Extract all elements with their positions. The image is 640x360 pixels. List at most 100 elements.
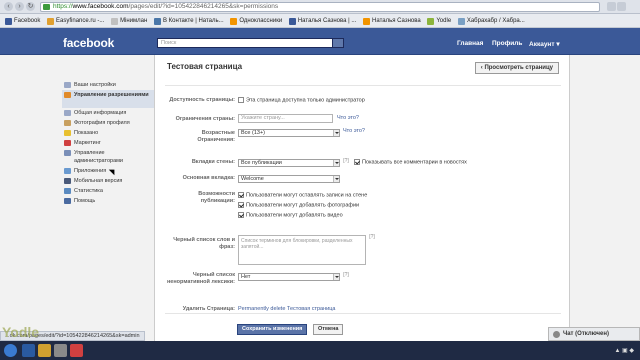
facebook-header: facebook Поиск Главная Профиль Аккаунт ▾ [0,28,640,55]
bookmark-icon [427,17,435,25]
bookmark-icon [5,17,12,25]
profanity-select[interactable]: Нет [238,273,340,281]
country-help-link[interactable]: Что это? [337,115,359,122]
bookmark-item[interactable]: Easyfinance.ru -... [47,14,104,27]
start-icon[interactable] [4,344,17,357]
sidebar-item-insights[interactable]: Статистика [62,186,154,196]
stats-icon [64,188,71,194]
reload-icon[interactable]: ↻ [26,2,35,11]
posting-checkbox[interactable] [238,212,244,218]
bookmark-icon [363,17,371,25]
url-path: /pages/edit/?id=105422846214265&sk=permi… [128,3,279,10]
default-tab-select[interactable]: Welcome [238,175,340,183]
save-button[interactable]: Сохранить изменения [237,324,308,335]
posting-checkbox[interactable] [238,192,244,198]
bookmark-icon [288,17,296,25]
address-bar[interactable]: https://www.facebook.com/pages/edit/?id=… [40,2,600,12]
profanity-label: Черный список ненормативной лексики: [166,272,235,285]
cancel-button[interactable]: Отмена [313,324,344,335]
forward-icon[interactable]: › [15,2,24,11]
page-menu-icon[interactable] [607,2,616,11]
lock-icon [43,4,50,10]
watermark: Yodle [2,324,40,340]
sidebar-item-permissions[interactable]: Управление разрешениями [62,90,154,108]
folder-icon[interactable] [38,344,51,357]
posting-option-video[interactable]: Пользователи могут добавлять видео [238,212,343,219]
delete-page-link[interactable]: Permanently delete Тестовая страница [238,306,335,313]
access-checkbox[interactable] [238,97,244,103]
bookmark-item[interactable]: Хабрахабр / Хабра... [457,14,525,27]
wall-tab-label: Вкладки стены: [191,159,235,165]
taskbar: ▲ ▣ ◆ [0,341,640,360]
photo-icon [64,120,71,126]
mobile-icon [64,178,71,184]
nav-account[interactable]: Аккаунт ▾ [529,40,560,48]
access-option[interactable]: Эта страница доступна только администрат… [238,97,365,104]
search-placeholder: Поиск [161,40,177,46]
permissions-icon [64,92,71,98]
browser-icon[interactable] [70,344,83,357]
show-comments-option[interactable]: Показывать все комментарии в новостях [354,159,467,166]
featured-icon [64,130,71,136]
chevron-down-icon [333,274,339,280]
sidebar-item-marketing[interactable]: Маркетинг [62,138,154,148]
nav-home[interactable]: Главная [457,40,483,47]
wrench-icon[interactable] [617,2,626,11]
age-label: Возрастные Ограничения: [197,130,235,143]
sidebar-item-profile-picture[interactable]: Фотография профиля [62,118,154,128]
bookmark-item[interactable]: Мінимлан [111,14,147,27]
sidebar-item-apps[interactable]: Приложения [62,166,154,176]
help-icon [64,198,71,204]
age-select[interactable]: Все (13+) [238,129,340,137]
browser-menu [606,2,636,12]
help-icon[interactable]: [?] [343,158,349,164]
bookmark-item[interactable]: Yodle [427,14,451,27]
page-title: Тестовая страница [167,62,243,71]
sidebar-item-manage-admins[interactable]: Управление администраторами [62,148,154,166]
sidebar-item-featured[interactable]: Показано [62,128,154,138]
bookmark-icon [457,17,465,25]
wall-tab-select[interactable]: Все публикации [238,159,340,167]
url-host: www.facebook.com [72,3,129,10]
show-comments-checkbox[interactable] [354,159,360,165]
posting-option-wall[interactable]: Пользователи могут оставлять записи на с… [238,192,367,199]
age-help-link[interactable]: Что это? [343,128,365,135]
bookmark-item[interactable]: В Контакте | Наталь... [154,14,224,27]
help-icon[interactable]: [?] [343,272,349,278]
bookmark-item[interactable]: Наталья Сазнова | ... [288,14,356,27]
gear-icon[interactable] [553,331,560,338]
system-tray[interactable]: ▲ ▣ ◆ [614,347,634,354]
bookmark-icon [230,17,238,25]
help-icon[interactable]: [?] [369,234,375,240]
facebook-logo[interactable]: facebook [63,36,114,50]
chevron-down-icon [333,130,339,136]
bookmark-icon [47,17,55,25]
bookmark-item[interactable]: Одноклассники [230,14,282,27]
country-label: Ограничения страны: [175,116,235,122]
posting-label: Возможности публикации: [198,191,235,204]
back-icon[interactable]: ‹ [4,2,13,11]
app-icon[interactable] [22,344,35,357]
bookmark-item[interactable]: Facebook [5,14,40,27]
posting-checkbox[interactable] [238,202,244,208]
view-page-button[interactable]: ‹ Просмотреть страницу [474,62,559,74]
posting-option-photos[interactable]: Пользователи могут добавлять фотографии [238,202,359,209]
default-tab-label: Основная вкладка: [182,175,235,181]
url-scheme: https:// [53,3,73,10]
chat-bar[interactable]: Чат (Отключен) [548,327,640,341]
bookmark-icon [111,17,119,25]
divider [165,313,561,314]
search-icon[interactable] [332,38,344,48]
country-input[interactable]: Укажите страну... [238,114,333,123]
sidebar-item-basic-info[interactable]: Общая информация [62,108,154,118]
search-input[interactable]: Поиск [157,38,344,48]
bookmark-item[interactable]: Наталья Сазнова [363,14,421,27]
app-icon[interactable] [54,344,67,357]
nav-profile[interactable]: Профиль [492,40,522,47]
sidebar-item-help[interactable]: Помощь [62,196,154,206]
moderation-textarea[interactable]: Список терминов для блокировки, разделен… [238,235,366,265]
sidebar-item-mobile[interactable]: Мобильная версия [62,176,154,186]
bookmark-icon [154,17,162,25]
sidebar-item-your-settings[interactable]: Ваши настройки [62,80,154,90]
bookmarks-bar: Facebook Easyfinance.ru -... Мінимлан В … [0,14,640,28]
